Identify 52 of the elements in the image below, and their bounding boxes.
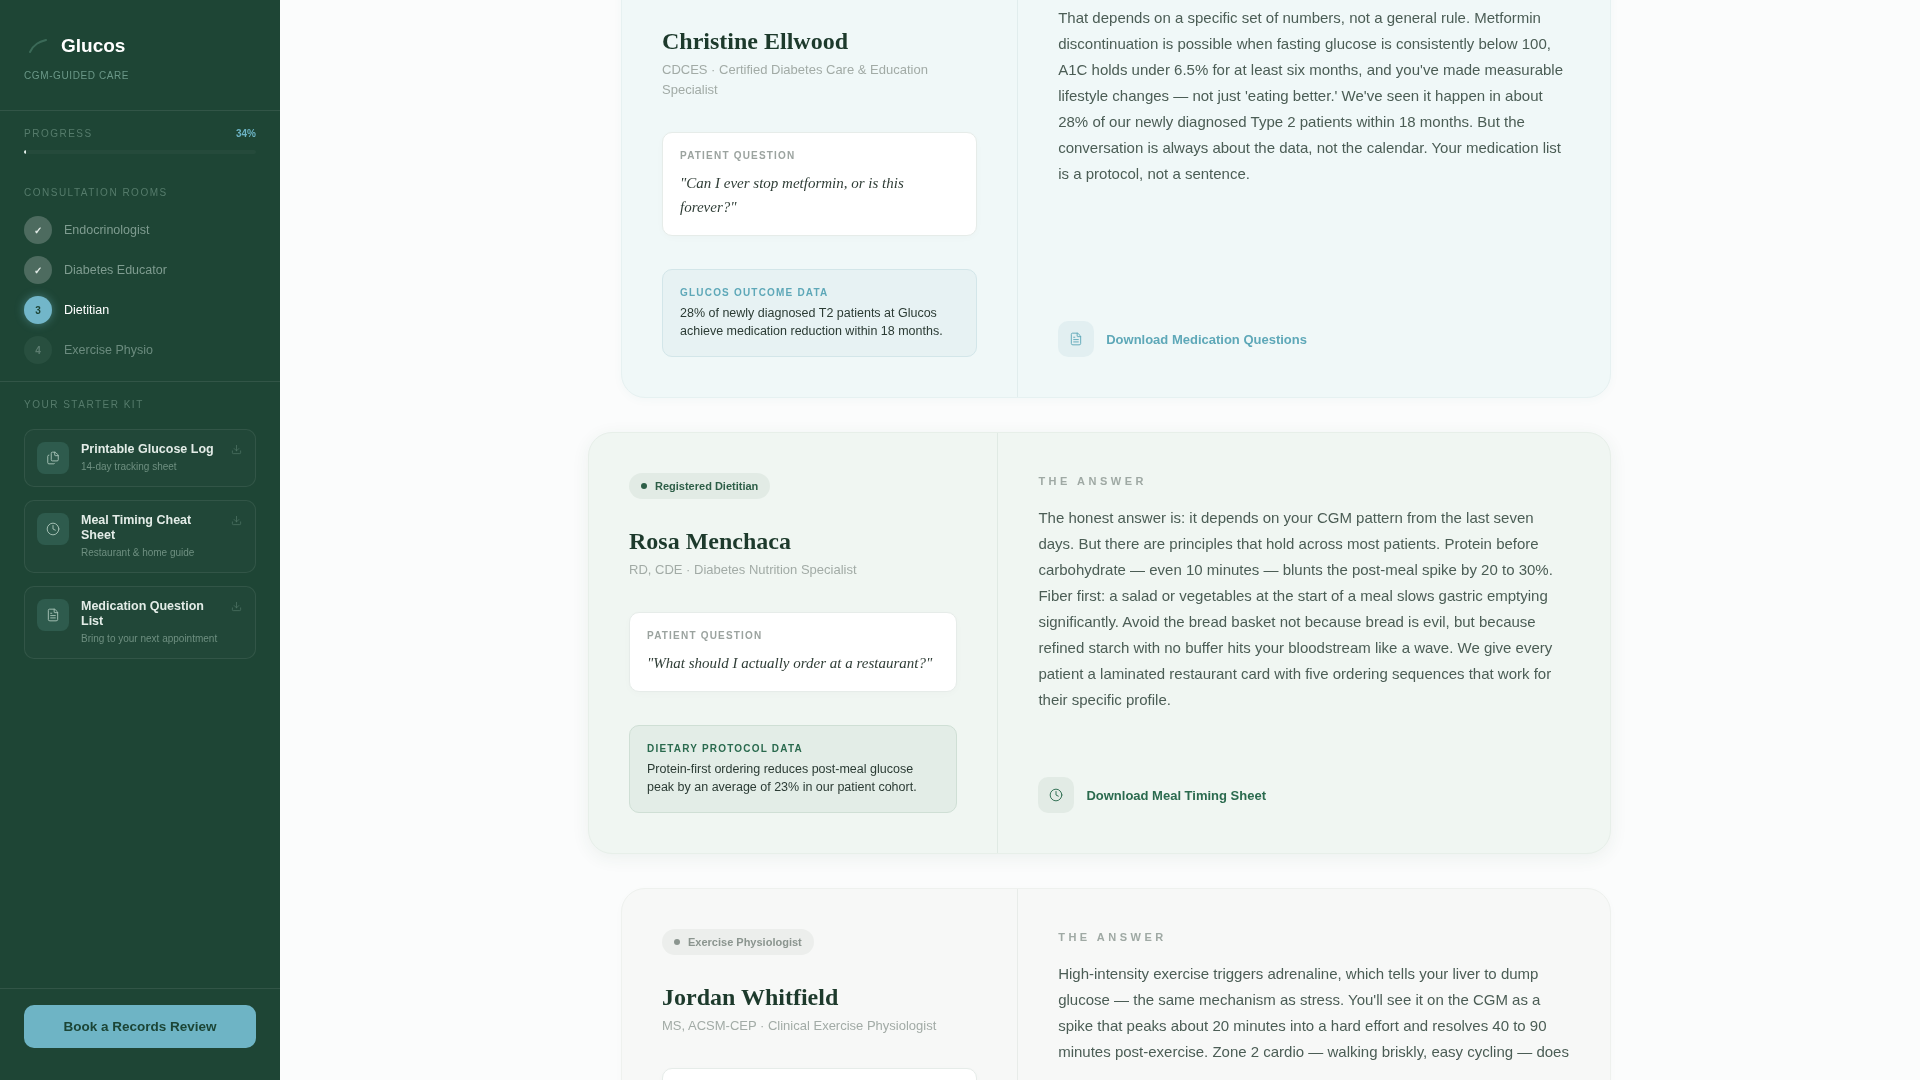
consultant-name: Christine Ellwood [662, 27, 850, 56]
download-icon [230, 515, 242, 526]
document-icon [1058, 321, 1095, 357]
download-icon [230, 601, 242, 612]
kit-title: Medication Question List [81, 599, 205, 629]
clock-icon [37, 513, 69, 545]
kit-card[interactable]: Meal Timing Cheat Sheet Restaurant & home guide [24, 500, 256, 573]
consultant-credentials: MS, ACSM-CEP · Clinical Exercise Physiologist [662, 1017, 938, 1035]
files-icon [37, 442, 69, 474]
logo-icon [29, 39, 47, 53]
kit-subtitle: 14-day tracking sheet [81, 460, 178, 474]
step-marker: 3 [24, 296, 52, 324]
document-icon [37, 599, 69, 631]
answer-label: THE ANSWER [1058, 930, 1168, 945]
specialty-label: Exercise Physiologist [688, 936, 802, 948]
question-text: "Can I ever stop metformin, or is this forever?" [680, 174, 905, 217]
data-label: GLUCOS OUTCOME DATA [680, 286, 830, 300]
step-marker: ✓ [24, 216, 52, 244]
brand-name: Glucos [61, 34, 126, 58]
question-label: PATIENT QUESTION [647, 629, 764, 643]
kit-title: Printable Glucose Log [81, 442, 215, 457]
download-link[interactable]: Download Meal Timing Sheet [1038, 777, 1266, 813]
dot-icon [641, 483, 647, 489]
kit-card[interactable]: Medication Question List Bring to your next appointment [24, 586, 256, 659]
kit-title: Meal Timing Cheat Sheet [81, 513, 193, 543]
question-text: "What should I actually order at a restaurant?" [647, 654, 934, 673]
data-text: 28% of newly diagnosed T2 patients at Glucos achieve medication reduction within 18 months. [680, 305, 944, 340]
data-text: Protein-first ordering reduces post-meal glucose peak by an average of 23% in our patient cohort. [647, 761, 918, 796]
kit-card[interactable]: Printable Glucose Log 14-day tracking sheet [24, 429, 256, 487]
answer-text: High-intensity exercise triggers adrenaline, which tells your liver to dump glucose — the same mechanism as stress. You'll see it on the CGM as a spike that peaks about 20 minutes into a hard effort and resolves 40 to 90 minutes post-exercise. Zone 2 cardio — walking briskly, easy cycling — does [1058, 964, 1570, 1062]
consultant-name: Rosa Menchaca [629, 527, 792, 556]
book-review-button[interactable]: Book a Records Review [24, 1005, 256, 1048]
room-item[interactable]: ✓ Diabetes Educator [24, 256, 167, 284]
specialty-label: Registered Dietitian [655, 480, 759, 492]
room-item[interactable]: 3 Dietitian [24, 296, 110, 324]
progress-value: 34% [236, 127, 256, 141]
consultant-name: Jordan Whitfield [662, 983, 840, 1012]
room-item[interactable]: ✓ Endocrinologist [24, 216, 150, 244]
step-marker: ✓ [24, 256, 52, 284]
dot-icon [674, 939, 680, 945]
consultant-credentials: CDCES · Certified Diabetes Care & Education Specialist [662, 61, 929, 99]
clock-icon [1038, 777, 1075, 813]
answer-text: That depends on a specific set of numbers, not a general rule. Metformin discontinuation is possible when fasting glucose is consistently below 100, A1C holds under 6.5% for at least six months, and you've made measurable lifestyle changes — not just 'eating better.' We've seen it happen in about 28% of our newly diagnosed Type 2 patients within 18 months. But the conversation is always about the data, not the calendar. Your medication list is a protocol, not a sentence. [1058, 8, 1564, 184]
kit-subtitle: Bring to your next appointment [81, 632, 219, 646]
brand-tagline: CGM-GUIDED CARE [24, 69, 131, 83]
answer-label: THE ANSWER [1038, 474, 1148, 489]
consultant-credentials: RD, CDE · Diabetes Nutrition Specialist [629, 561, 858, 579]
download-icon [230, 444, 242, 455]
answer-text: The honest answer is: it depends on your CGM pattern from the last seven days. But there are principles that hold across most patients. Protein before carbohydrate — even 10 minutes — blunts the post-meal spike by 20 to 30%. Fiber first: a salad or vegetables at the start of a meal slows gastric emptying significantly. Avoid the bread basket not because bread is evil, but because refined starch with no buffer hits your bloodstream like a wave. We give every patient a laminated restaurant card with five ordering sequences that work for their specific profile. [1038, 508, 1554, 710]
kit-subtitle: Restaurant & home guide [81, 546, 196, 560]
question-label: PATIENT QUESTION [680, 149, 797, 163]
data-label: DIETARY PROTOCOL DATA [647, 742, 804, 756]
